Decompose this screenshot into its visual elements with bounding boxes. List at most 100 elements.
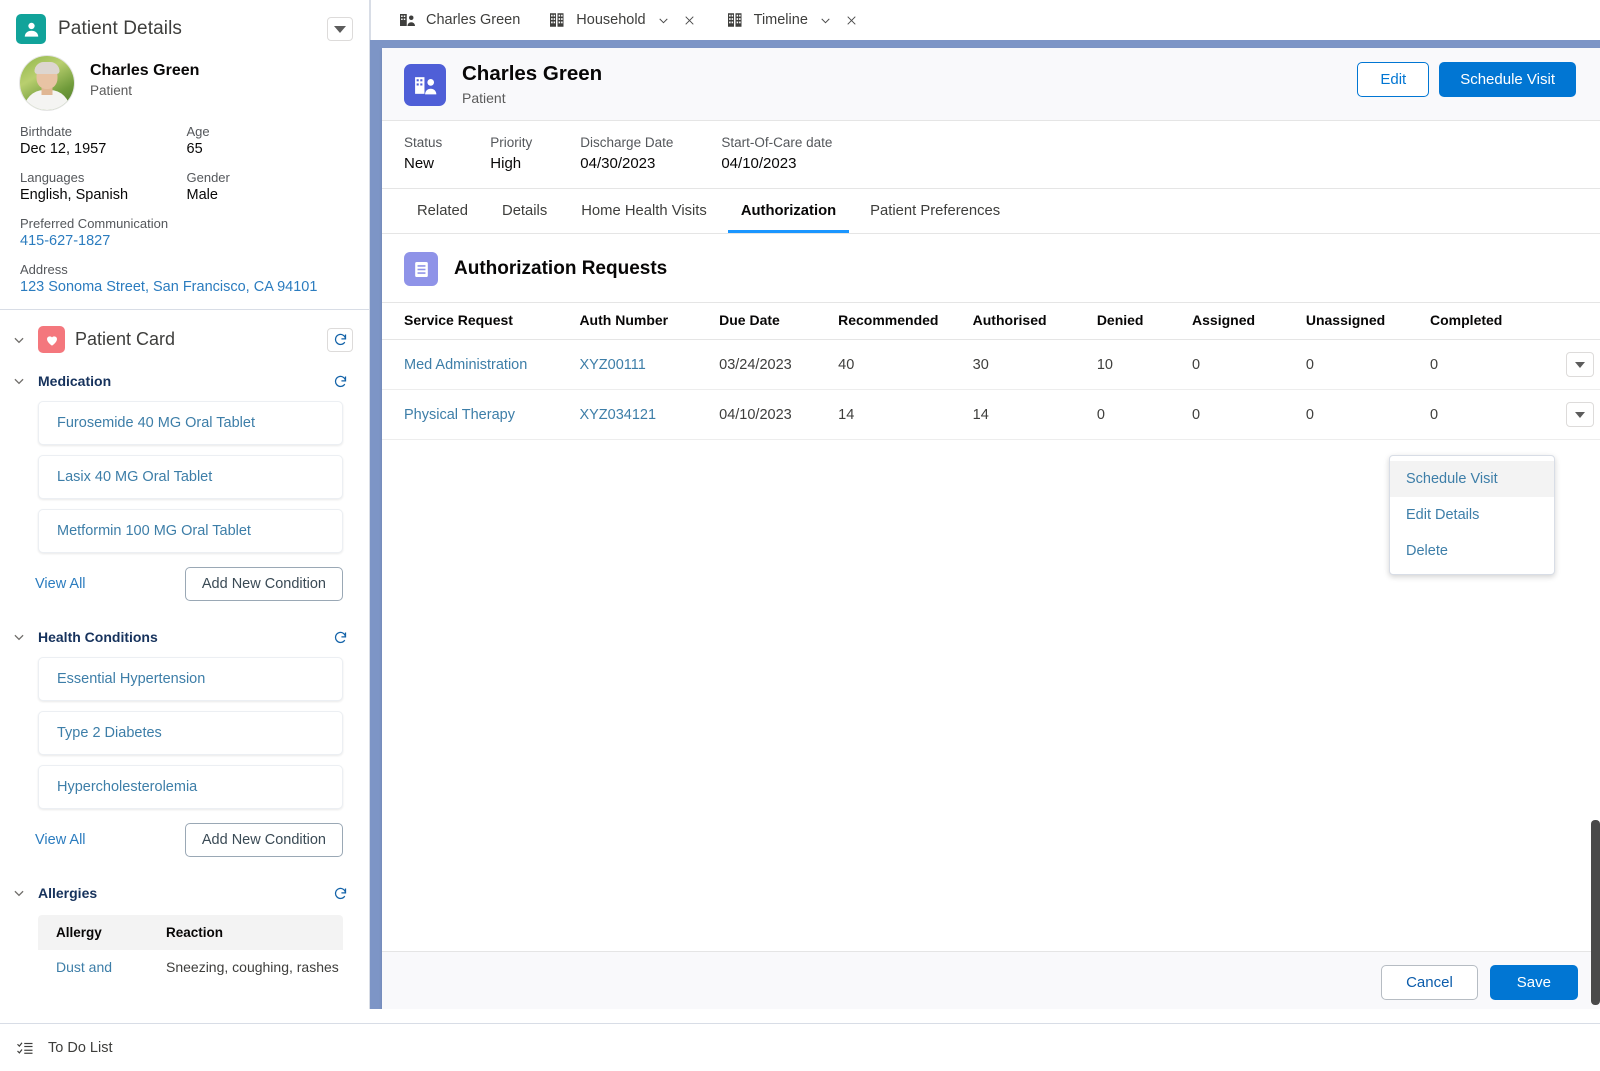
app-root: Patient Details Charles Green Patient Bi… [0,0,1600,1071]
workspace-tab-label: Household [576,12,646,28]
address-link[interactable]: 123 Sonoma Street, San Francisco, CA 941… [20,279,353,295]
field-value: Male [186,187,218,203]
field-label: Preferred Communication [20,216,169,231]
patient-details-header: Patient Details [0,0,369,54]
building-icon [548,11,567,29]
view-all-link[interactable]: View All [35,832,86,848]
column-header-recommended[interactable]: Recommended [832,302,967,340]
workspace-tab-household[interactable]: Household [534,0,711,40]
cell-assigned: 0 [1186,339,1300,390]
schedule-visit-button[interactable]: Schedule Visit [1439,62,1576,97]
cell-unassigned: 0 [1299,389,1425,440]
menu-item-edit-details[interactable]: Edit Details [1390,497,1554,533]
field-status: Status New [404,135,442,172]
record-actions: Edit Schedule Visit [1357,62,1576,97]
close-icon[interactable] [843,12,860,29]
list-item[interactable]: Essential Hypertension [38,657,343,701]
refresh-icon[interactable] [327,881,353,905]
record-subtitle: Patient [462,90,506,106]
field-value: English, Spanish [20,187,129,203]
tab-authorization[interactable]: Authorization [727,189,850,233]
refresh-icon[interactable] [327,327,353,352]
workspace-tab-timeline[interactable]: Timeline [712,0,874,40]
vertical-scrollbar-thumb[interactable] [1591,820,1600,1005]
service-request-link[interactable]: Med Administration [382,339,574,390]
refresh-icon[interactable] [327,625,353,649]
field-gender: Gender Male [187,170,354,203]
tab-patient-preferences[interactable]: Patient Preferences [857,189,1013,233]
column-header-unassigned[interactable]: Unassigned [1299,302,1425,340]
chevron-down-icon[interactable] [10,886,28,900]
list-item[interactable]: Furosemide 40 MG Oral Tablet [38,401,343,445]
panel-caret-down-icon[interactable] [327,17,353,41]
close-icon[interactable] [681,12,698,29]
column-header-completed[interactable]: Completed [1424,302,1538,340]
service-request-link[interactable]: Physical Therapy [382,389,574,440]
table-row[interactable]: Med Administration XYZ00111 03/24/2023 4… [382,339,1600,390]
column-header-authorised[interactable]: Authorised [966,302,1091,340]
menu-item-delete[interactable]: Delete [1390,533,1554,569]
chevron-down-icon[interactable] [10,374,28,388]
section-title: Health Conditions [38,629,158,645]
column-header-assigned[interactable]: Assigned [1186,302,1300,340]
patient-details-sidebar: Patient Details Charles Green Patient Bi… [0,0,370,1009]
row-actions-caret-down-icon[interactable] [1566,402,1594,427]
record-header: Charles Green Patient Edit Schedule Visi… [382,48,1600,121]
add-new-condition-button[interactable]: Add New Condition [184,823,343,857]
section-title: Allergies [38,885,98,901]
list-item[interactable]: Lasix 40 MG Oral Tablet [38,455,343,499]
cell-row-actions [1537,339,1600,390]
refresh-icon[interactable] [327,369,353,393]
allergy-reaction: Sneezing, coughing, rashes [166,959,339,975]
field-value: High [490,155,522,172]
auth-number-link[interactable]: XYZ00111 [573,339,714,390]
section-title: Authorization Requests [454,258,668,279]
section-header-health-conditions: Health Conditions [0,619,369,657]
list-item[interactable]: Hypercholesterolemia [38,765,343,809]
field-label: Priority [490,135,533,150]
tab-home-health-visits[interactable]: Home Health Visits [568,189,720,233]
add-new-condition-button[interactable]: Add New Condition [184,567,343,601]
phone-link[interactable]: 415-627-1827 [20,233,353,249]
table-row[interactable]: Physical Therapy XYZ034121 04/10/2023 14… [382,389,1600,440]
chevron-down-icon[interactable] [655,12,672,29]
allergy-link[interactable]: Dust and [56,959,166,975]
list-item[interactable]: Type 2 Diabetes [38,711,343,755]
column-header-denied[interactable]: Denied [1090,302,1187,340]
column-header-auth-number[interactable]: Auth Number [573,302,714,340]
workspace-tab-label: Timeline [753,12,808,28]
cell-row-actions [1537,389,1600,440]
chevron-down-icon[interactable] [817,12,834,29]
workspace-tab-bar: Charles Green Household Timeline [370,0,1600,40]
field-value: 65 [186,141,203,157]
column-header-service-request[interactable]: Service Request [382,302,574,340]
auth-number-link[interactable]: XYZ034121 [573,389,714,440]
record-highlight-fields: Status New Priority High Discharge Date … [382,121,1600,189]
allergies-table-header: Allergy Reaction [38,915,343,950]
field-address: Address 123 Sonoma Street, San Francisco… [20,262,353,295]
tab-related[interactable]: Related [404,189,481,233]
menu-item-schedule-visit[interactable]: Schedule Visit [1390,461,1554,497]
cell-recommended: 40 [832,339,967,390]
patient-card-header: Patient Card [0,310,369,363]
column-header-due-date[interactable]: Due Date [713,302,833,340]
list-item[interactable]: Metformin 100 MG Oral Tablet [38,509,343,553]
cancel-button[interactable]: Cancel [1381,965,1478,1000]
save-button[interactable]: Save [1489,965,1578,1000]
column-header-actions [1537,302,1600,340]
field-label: Age [186,124,210,139]
field-label: Languages [20,170,85,185]
chevron-down-icon[interactable] [10,333,28,347]
table-row[interactable]: Dust and Sneezing, coughing, rashes [38,950,343,984]
chevron-down-icon[interactable] [10,630,28,644]
row-actions-caret-down-icon[interactable] [1566,352,1594,377]
cell-assigned: 0 [1186,389,1300,440]
person-icon [16,14,46,44]
view-all-link[interactable]: View All [35,576,86,592]
field-label: Status [404,135,443,150]
tab-details[interactable]: Details [489,189,560,233]
to-do-list-bar[interactable]: To Do List [0,1023,1600,1071]
edit-button[interactable]: Edit [1357,62,1430,97]
workspace-tab-charles-green[interactable]: Charles Green [384,0,534,40]
patient-card-title: Patient Card [75,329,176,349]
